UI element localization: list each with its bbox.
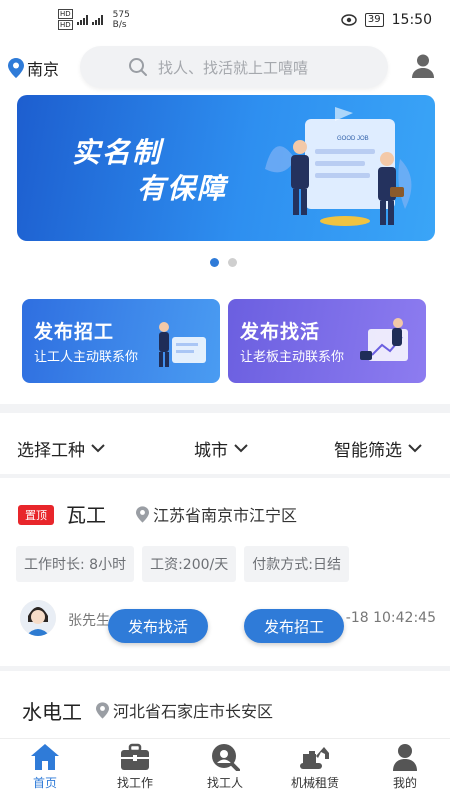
home-icon: [31, 744, 59, 770]
banner-illustration: GOOD JOB: [265, 107, 412, 226]
hd-icon: HD: [58, 20, 73, 30]
city-label: 南京: [27, 60, 60, 79]
signal-icon: [91, 14, 103, 25]
avatar: [20, 600, 56, 636]
filter-smart-label: 智能筛选: [334, 441, 402, 461]
banner-line1: 实名制: [72, 136, 163, 169]
tab-find-job-label: 找工作: [116, 776, 153, 790]
post-job-subtitle: 让工人主动联系你: [34, 350, 139, 365]
banner-dot[interactable]: [228, 258, 237, 267]
tab-find-worker-label: 找工人: [206, 776, 243, 790]
tab-mine[interactable]: 我的: [360, 739, 450, 800]
tab-find-job[interactable]: 找工作: [90, 739, 180, 800]
clock: 15:50: [391, 12, 432, 28]
job-title: 瓦工: [66, 503, 106, 527]
filter-city-label: 城市: [194, 441, 228, 461]
banner-board-text: GOOD JOB: [337, 136, 369, 142]
search-placeholder: 找人、找活就上工嘻嘻: [158, 58, 309, 77]
job-title: 水电工: [22, 700, 82, 724]
briefcase-icon: [121, 743, 149, 770]
person-icon: [393, 744, 417, 771]
user-profile-button[interactable]: [412, 54, 434, 82]
banner-dot[interactable]: [210, 258, 219, 267]
job-location-text: 江苏省南京市江宁区: [153, 506, 298, 525]
city-selector[interactable]: 南京: [8, 56, 59, 80]
banner-line2: 有保障: [137, 172, 228, 205]
bottom-tab-bar: 首页 找工作 找工人 机械租赁 我的: [0, 738, 450, 800]
job-poster: 张先生 -18 10:42:45: [18, 596, 438, 646]
location-pin-icon: [96, 701, 109, 719]
banner-pagination: [210, 258, 237, 267]
job-location-text: 河北省石家庄市长安区: [113, 702, 274, 721]
tag-payment: 付款方式:日结: [244, 546, 349, 582]
network-speed-value: 575: [112, 9, 130, 20]
tab-machinery-rental-label: 机械租赁: [290, 776, 339, 790]
job-tags: 工作时长: 8小时 工资:200/天 付款方式:日结: [16, 546, 349, 582]
job-location: 河北省石家庄市长安区: [96, 698, 273, 722]
filter-city[interactable]: 城市: [194, 436, 248, 461]
tab-home[interactable]: 首页: [0, 739, 90, 800]
status-bar: HD HD 575 B/s 39 15:50: [0, 0, 450, 40]
tab-home-label: 首页: [32, 776, 57, 790]
section-divider: [0, 474, 450, 478]
eye-icon: [341, 14, 357, 26]
filter-job-type-label: 选择工种: [17, 441, 85, 461]
job-location: 江苏省南京市江宁区: [136, 502, 297, 526]
signal-icon: [76, 14, 88, 25]
user-icon: [412, 54, 434, 78]
worker-illustration: [360, 318, 408, 361]
section-divider: [0, 666, 450, 671]
location-pin-icon: [136, 505, 149, 523]
tab-machinery-rental[interactable]: 机械租赁: [270, 739, 360, 800]
battery-indicator: 39: [364, 13, 384, 27]
find-worker-icon: [212, 744, 240, 771]
tab-mine-label: 我的: [392, 776, 417, 790]
section-divider: [0, 404, 450, 413]
poster-name: 张先生: [68, 613, 110, 629]
recruit-illustration: [159, 322, 206, 367]
filter-job-type[interactable]: 选择工种: [17, 436, 105, 461]
filter-bar: 选择工种 城市 智能筛选: [0, 428, 450, 468]
network-speed-unit: B/s: [112, 19, 127, 30]
post-work-subtitle: 让老板主动联系你: [240, 350, 345, 365]
excavator-icon: [300, 747, 329, 769]
chevron-down-icon: [408, 444, 422, 453]
tag-work-hours: 工作时长: 8小时: [16, 546, 135, 582]
search-icon: [129, 58, 147, 76]
pinned-badge: 置顶: [18, 505, 54, 525]
top-bar: 南京 找人、找活就上工嘻嘻: [0, 44, 450, 90]
post-time: -18 10:42:45: [345, 610, 436, 626]
location-pin-icon: [8, 58, 24, 78]
post-work-title: 发布找活: [240, 321, 321, 343]
post-job-title: 发布招工: [34, 321, 115, 343]
tag-wage: 工资:200/天: [142, 546, 237, 582]
tab-find-worker[interactable]: 找工人: [180, 739, 270, 800]
publish-find-work-button[interactable]: 发布找活: [108, 609, 208, 643]
search-bar[interactable]: 找人、找活就上工嘻嘻: [80, 46, 388, 88]
filter-smart[interactable]: 智能筛选: [334, 436, 422, 461]
hd-icon: HD: [58, 9, 73, 19]
chevron-down-icon: [234, 444, 248, 453]
chevron-down-icon: [91, 444, 105, 453]
promo-banner[interactable]: 实名制 有保障 GOOD JOB: [17, 95, 435, 241]
post-work-card[interactable]: 发布找活 让老板主动联系你: [228, 299, 426, 383]
post-job-card[interactable]: 发布招工 让工人主动联系你: [22, 299, 220, 383]
network-speed: 575 B/s: [113, 10, 130, 30]
publish-recruit-button[interactable]: 发布招工: [244, 609, 344, 643]
